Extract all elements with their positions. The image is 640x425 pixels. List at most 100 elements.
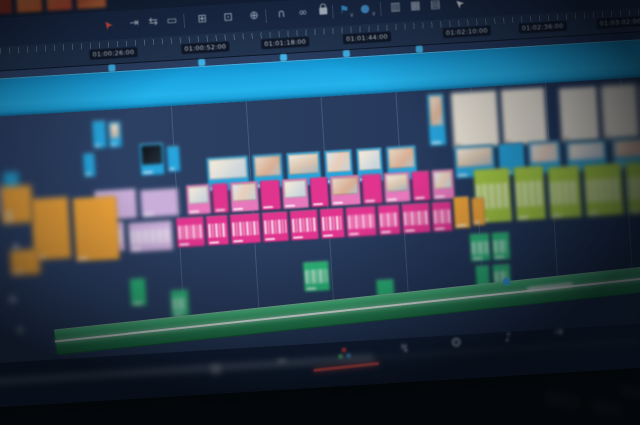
clip-thumbnail bbox=[568, 142, 605, 162]
snapping-magnet-icon[interactable]: ∩ bbox=[277, 5, 286, 23]
timeline-clip[interactable] bbox=[469, 233, 491, 262]
bokeh-highlight bbox=[4, 210, 13, 219]
clip-name-text bbox=[209, 241, 219, 244]
clip-name-text bbox=[387, 198, 397, 201]
timeline-clip[interactable] bbox=[206, 215, 230, 246]
clip-name-text bbox=[3, 220, 13, 223]
timeline-clip[interactable] bbox=[583, 163, 624, 217]
timeline-clip[interactable] bbox=[309, 177, 329, 208]
timeline-clip[interactable] bbox=[500, 87, 547, 146]
audio-waveform bbox=[380, 213, 399, 228]
timeline-clip[interactable] bbox=[600, 84, 639, 140]
audio-waveform bbox=[178, 225, 203, 240]
timeline-clip[interactable] bbox=[108, 121, 123, 148]
clip-thumbnail bbox=[288, 153, 319, 175]
timeline-view-option-icon[interactable]: ▥ bbox=[390, 0, 401, 16]
trim-edit-mode-icon[interactable]: ⇥ bbox=[129, 14, 139, 33]
timeline-clip[interactable] bbox=[451, 90, 500, 149]
chevron-down-icon[interactable]: ∨ bbox=[349, 7, 354, 25]
timeline-clip[interactable] bbox=[176, 216, 206, 248]
pointer-cursor-icon[interactable]: ➤ bbox=[450, 0, 469, 13]
keyboard-key-blur bbox=[619, 383, 640, 400]
timeline-clip[interactable] bbox=[401, 202, 431, 234]
fairlight-page-icon[interactable]: ♪ bbox=[498, 327, 518, 347]
timeline-view-option-icon[interactable]: ▦ bbox=[410, 0, 421, 15]
clip-thumbnail bbox=[332, 177, 359, 196]
audio-waveform bbox=[130, 229, 171, 245]
keyboard-key-blur bbox=[591, 399, 623, 419]
timeline-clip[interactable] bbox=[140, 188, 180, 218]
timeline-clip[interactable] bbox=[9, 248, 41, 276]
timeline-clip[interactable] bbox=[170, 289, 190, 318]
dynamic-trim-icon[interactable]: ⇆ bbox=[148, 13, 158, 32]
timeline-clip[interactable] bbox=[383, 172, 411, 204]
toolbar-separator bbox=[332, 5, 334, 19]
timeline-clip[interactable] bbox=[260, 179, 282, 210]
audio-waveform bbox=[494, 240, 509, 254]
timeline-clip[interactable] bbox=[186, 184, 212, 215]
media-thumbnail[interactable] bbox=[14, 0, 42, 13]
timeline-clip[interactable] bbox=[139, 143, 165, 176]
clip-name-text bbox=[435, 227, 445, 230]
media-thumbnail[interactable] bbox=[74, 0, 106, 10]
blade-tool-icon[interactable]: ▭ bbox=[166, 11, 177, 30]
ruler-timecode: 01:03:02:00 bbox=[596, 16, 640, 29]
timeline-clip[interactable] bbox=[128, 220, 174, 253]
replace-clip-icon[interactable]: ⊕ bbox=[249, 6, 259, 25]
timeline-clip[interactable] bbox=[427, 93, 447, 146]
timeline-clip[interactable] bbox=[547, 165, 582, 219]
timeline-clip[interactable] bbox=[431, 169, 455, 200]
clip-thumbnail bbox=[456, 146, 493, 167]
timeline-clip[interactable] bbox=[289, 209, 319, 241]
insert-clip-icon[interactable]: ⊞ bbox=[197, 10, 207, 29]
timeline-clip[interactable] bbox=[558, 86, 599, 142]
clip-name-text bbox=[495, 256, 505, 259]
timeline-clip[interactable] bbox=[471, 197, 486, 226]
timeline-clip[interactable] bbox=[491, 232, 511, 261]
timeline-clip[interactable] bbox=[625, 160, 640, 214]
audio-waveform bbox=[434, 210, 451, 225]
timeline-clip[interactable] bbox=[230, 213, 262, 245]
timeline-clip[interactable] bbox=[319, 208, 345, 239]
clip-name-text bbox=[588, 212, 598, 215]
position-lock-icon[interactable] bbox=[319, 7, 327, 14]
automation-keyframe-dot[interactable] bbox=[503, 278, 511, 286]
flag-icon[interactable]: ⚑ bbox=[339, 1, 350, 20]
timeline-clip[interactable] bbox=[513, 165, 546, 221]
media-thumbnail[interactable] bbox=[44, 0, 72, 11]
timeline-view-option-icon[interactable]: ▤ bbox=[430, 0, 441, 14]
timeline-clip[interactable] bbox=[230, 181, 260, 213]
timeline-clip[interactable] bbox=[212, 183, 230, 214]
timeline-clip[interactable] bbox=[411, 170, 431, 201]
clip-thumbnail bbox=[188, 186, 209, 205]
timeline-clip[interactable] bbox=[72, 195, 120, 262]
timeline-clip[interactable] bbox=[282, 178, 310, 210]
timeline-clip[interactable] bbox=[303, 261, 331, 293]
timeline-clip[interactable] bbox=[377, 204, 401, 235]
timeline-clip[interactable] bbox=[129, 278, 147, 307]
clip-name-text bbox=[458, 174, 468, 177]
selection-tool-icon[interactable]: ➤ bbox=[98, 15, 118, 33]
timeline-clip[interactable] bbox=[329, 175, 361, 207]
media-thumbnail[interactable] bbox=[0, 0, 13, 15]
audio-waveform bbox=[232, 221, 259, 236]
chevron-down-icon[interactable]: ∨ bbox=[371, 5, 376, 23]
timeline-clip[interactable] bbox=[345, 206, 377, 238]
clip-name-text bbox=[457, 224, 467, 227]
marker-icon[interactable]: ● bbox=[360, 0, 371, 18]
red-dot bbox=[341, 347, 347, 353]
timeline-clip[interactable] bbox=[431, 201, 453, 232]
timeline-clip[interactable] bbox=[0, 185, 34, 225]
timeline-clip[interactable] bbox=[261, 211, 289, 243]
timeline-clip[interactable] bbox=[361, 173, 383, 204]
toolbar-separator bbox=[380, 2, 382, 16]
deliver-page-icon[interactable]: ➔ bbox=[549, 322, 569, 342]
overwrite-clip-icon[interactable]: ⊡ bbox=[223, 8, 233, 27]
link-clips-icon[interactable]: ∞ bbox=[298, 3, 308, 22]
clip-name-text bbox=[265, 238, 275, 241]
timeline-clip[interactable] bbox=[83, 153, 96, 178]
clip-name-text bbox=[13, 271, 23, 274]
timeline-clip[interactable] bbox=[92, 120, 108, 149]
timeline-clip[interactable] bbox=[166, 146, 181, 173]
timeline-clip[interactable] bbox=[453, 196, 471, 229]
